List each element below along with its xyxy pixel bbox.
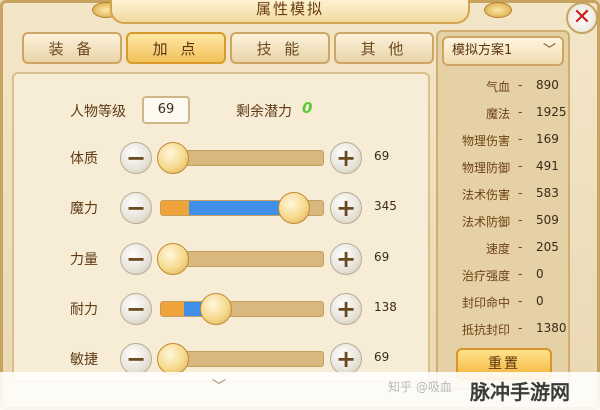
stat-value: 1380 [536,321,567,335]
attribute-label: 耐力 [70,302,98,318]
stat-value: 890 [536,78,559,92]
attribute-label: 力量 [70,252,98,268]
potential-label: 剩余潜力 [236,104,292,120]
slider-knob[interactable] [157,142,189,174]
base-fill [161,302,184,316]
decrease-button[interactable]: − [120,192,152,224]
increase-button[interactable]: + [330,192,362,224]
decrease-button[interactable]: − [120,142,152,174]
zhihu-watermark: 知乎 @吸血 [388,380,452,394]
plus-icon: + [335,194,357,222]
increase-button[interactable]: + [330,293,362,325]
tab-add-points[interactable]: 加 点 [126,32,226,64]
plan-dropdown[interactable]: 模拟方案1 ﹀ [442,36,564,66]
attribute-value: 345 [374,199,397,213]
stat-value: 0 [536,267,544,281]
plus-icon: + [335,295,357,323]
stat-value: 0 [536,294,544,308]
plus-icon: + [335,345,357,373]
attribute-row: 耐力 − +138 [0,291,430,327]
stat-value: 169 [536,132,559,146]
minus-icon: − [125,295,147,323]
attribute-value: 69 [374,350,390,364]
stat-value: 205 [536,240,559,254]
plus-icon: + [335,144,357,172]
increase-button[interactable]: + [330,343,362,375]
attribute-value: 138 [374,300,397,314]
stat-separator: - [518,267,523,281]
stat-label: 物理伤害 [461,134,510,148]
minus-icon: − [125,345,147,373]
slider-knob[interactable] [200,293,232,325]
minus-icon: − [125,144,147,172]
attribute-row: 体质 − +69 [0,140,430,176]
stat-label: 魔法 [485,107,510,121]
stat-value: 583 [536,186,559,200]
increase-button[interactable]: + [330,243,362,275]
chevron-down-icon: ﹀ [542,43,556,58]
close-button[interactable]: ✕ [566,2,598,34]
stat-separator: - [518,105,523,119]
stat-separator: - [518,78,523,92]
level-input[interactable]: 69 [142,96,190,124]
stat-label: 抵抗封印 [461,323,510,337]
stat-label: 法术防御 [461,215,510,229]
site-watermark: 脉冲手游网 [470,380,570,404]
minus-icon: − [125,194,147,222]
title-bar: 属性模拟 [110,0,470,24]
stat-separator: - [518,240,523,254]
decrease-button[interactable]: − [120,293,152,325]
potential-value: 0 [302,99,313,117]
stat-label: 治疗强度 [461,269,510,283]
stat-label: 速度 [485,242,510,256]
stat-separator: - [518,132,523,146]
attribute-value: 69 [374,250,390,264]
base-fill [161,201,189,215]
stat-separator: - [518,213,523,227]
attribute-row: 魔力 − +345 [0,190,430,226]
decrease-button[interactable]: − [120,243,152,275]
tab-bar: 装 备 加 点 技 能 其 他 [22,32,434,66]
stat-separator: - [518,321,523,335]
attribute-slider-track[interactable] [160,301,324,317]
attribute-label: 魔力 [70,201,98,217]
stat-label: 法术伤害 [461,188,510,202]
stat-separator: - [518,159,523,173]
attribute-value: 69 [374,149,390,163]
title-ornament-right [484,2,512,18]
window-title: 属性模拟 [255,0,324,18]
attribute-label: 体质 [70,151,98,167]
stat-value: 491 [536,159,559,173]
stat-value: 1925 [536,105,567,119]
slider-knob[interactable] [278,192,310,224]
slider-knob[interactable] [157,343,189,375]
attribute-row: 力量 − +69 [0,241,430,277]
minus-icon: − [125,245,147,273]
stat-value: 509 [536,213,559,227]
close-icon: ✕ [572,5,592,30]
tab-equipment[interactable]: 装 备 [22,32,122,64]
stat-label: 物理防御 [461,161,510,175]
increase-button[interactable]: + [330,142,362,174]
stat-separator: - [518,186,523,200]
tab-other[interactable]: 其 他 [334,32,434,64]
tab-skills[interactable]: 技 能 [230,32,330,64]
attribute-label: 敏捷 [70,352,98,368]
slider-knob[interactable] [157,243,189,275]
level-label: 人物等级 [70,104,126,120]
stat-separator: - [518,294,523,308]
stat-label: 封印命中 [461,296,510,310]
plus-icon: + [335,245,357,273]
decrease-button[interactable]: − [120,343,152,375]
chevron-down-icon[interactable]: ﹀ [212,376,226,396]
stat-label: 气血 [485,80,510,94]
added-fill [189,201,281,215]
plan-label: 模拟方案1 [452,43,513,58]
